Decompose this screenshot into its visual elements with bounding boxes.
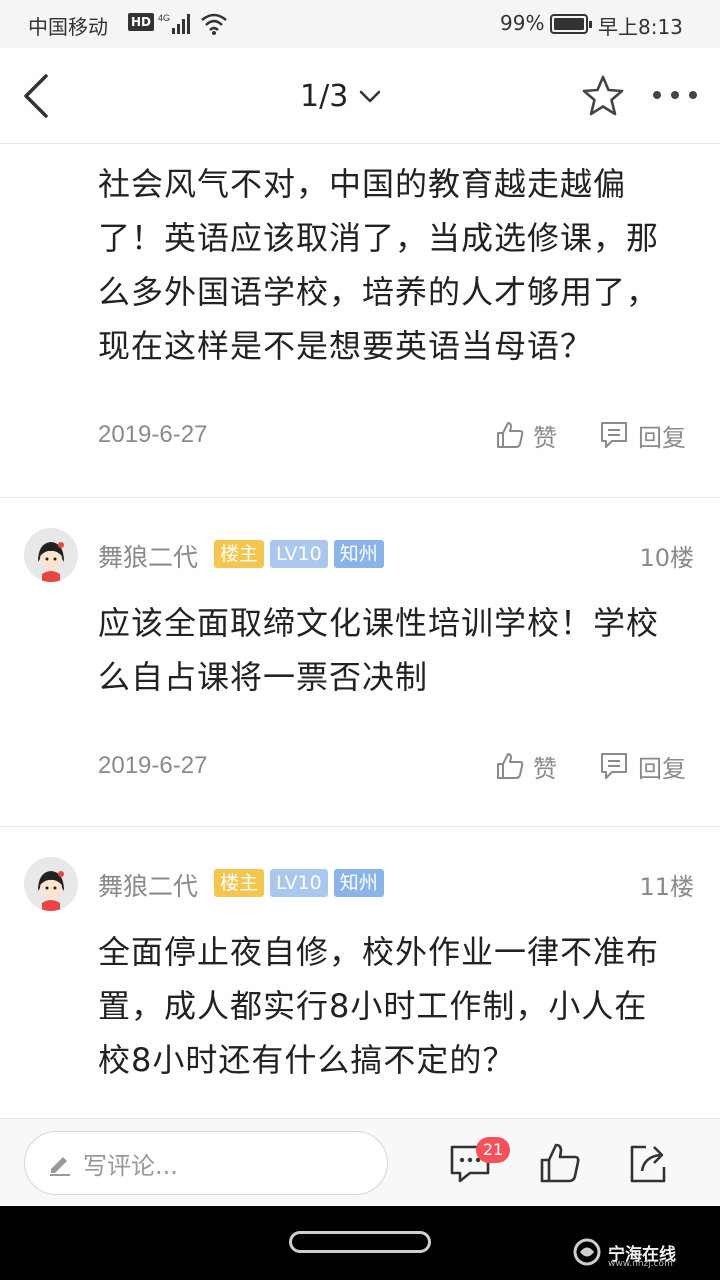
badge-level: LV10 <box>270 869 328 897</box>
thumbs-up-icon <box>497 422 524 448</box>
badge-location: 知州 <box>333 540 384 568</box>
like-label: 赞 <box>533 754 557 783</box>
list-item: 社会风气不对，中国的教育越走越偏了！英语应该取消了，当成选修课，那么多外国语学校… <box>0 145 720 497</box>
like-label: 赞 <box>533 423 557 452</box>
share-icon[interactable] <box>626 1141 670 1185</box>
avatar-girl-icon <box>24 528 78 582</box>
like-button[interactable]: 赞 <box>495 746 557 786</box>
badge-host: 楼主 <box>214 540 265 568</box>
badge-level: LV10 <box>270 540 328 568</box>
signal-icon: 4G <box>158 13 190 34</box>
page-selector[interactable]: 1/3 <box>300 74 382 118</box>
reply-bubble-icon <box>601 422 627 448</box>
comment-header: 舞狼二代 楼主 LV10 知州 11楼 <box>0 857 720 913</box>
reply-label: 回复 <box>638 754 686 783</box>
comment-list[interactable]: 社会风气不对，中国的教育越走越偏了！英语应该取消了，当成选修课，那么多外国语学校… <box>0 145 720 1118</box>
thumbs-up-icon[interactable] <box>538 1141 582 1185</box>
network-label: 4G <box>158 13 170 23</box>
bottom-action-bar: 写评论... 21 <box>0 1118 720 1206</box>
username[interactable]: 舞狼二代 <box>98 538 198 574</box>
comment-input[interactable]: 写评论... <box>24 1131 388 1195</box>
status-bar: 中国移动 HD 4G 99% 早上8:13 <box>0 0 720 48</box>
carrier-label: 中国移动 <box>28 15 108 39</box>
pencil-icon <box>50 1157 70 1176</box>
watermark-logo: 宁海在线 www.nhzj.com <box>572 1235 708 1269</box>
comment-date: 2019-6-27 <box>98 421 208 448</box>
comment-meta: 2019-6-27 赞 回复 <box>0 415 720 455</box>
floor-number: 10楼 <box>639 544 694 572</box>
badge-location: 知州 <box>333 869 384 897</box>
avatar[interactable] <box>24 857 78 911</box>
avatar-girl-icon <box>24 857 78 911</box>
badge-host: 楼主 <box>214 869 265 897</box>
home-gesture-bar[interactable] <box>289 1231 431 1253</box>
watermark-swirl-icon <box>573 1238 601 1266</box>
nav-bar: 1/3 <box>0 48 720 144</box>
reply-button[interactable]: 回复 <box>598 746 686 786</box>
comment-placeholder: 写评论... <box>83 1151 178 1180</box>
user-badges: 楼主 LV10 知州 <box>214 869 384 897</box>
hd-badge: HD <box>128 13 155 31</box>
page-indicator: 1/3 <box>300 78 349 114</box>
watermark-url: www.nhzj.com <box>608 1259 673 1269</box>
wifi-icon <box>201 13 227 35</box>
avatar[interactable] <box>24 528 78 582</box>
reply-button[interactable]: 回复 <box>598 415 686 455</box>
system-nav-bar: 宁海在线 www.nhzj.com <box>0 1206 720 1280</box>
reply-label: 回复 <box>638 423 686 452</box>
comment-header: 舞狼二代 楼主 LV10 知州 10楼 <box>0 528 720 584</box>
username[interactable]: 舞狼二代 <box>98 867 198 903</box>
floor-number: 11楼 <box>639 873 694 901</box>
user-badges: 楼主 LV10 知州 <box>214 540 384 568</box>
clock: 早上8:13 <box>598 15 683 39</box>
reply-bubble-icon <box>601 753 627 779</box>
battery-percent: 99% <box>500 11 545 35</box>
list-item: 舞狼二代 楼主 LV10 知州 10楼 应该全面取缔文化课性培训学校！学校么自占… <box>0 498 720 826</box>
comment-text: 社会风气不对，中国的教育越走越偏了！英语应该取消了，当成选修课，那么多外国语学校… <box>98 165 660 365</box>
list-item: 舞狼二代 楼主 LV10 知州 11楼 全面停止夜自修，校外作业一律不准布置，成… <box>0 827 720 1087</box>
star-icon[interactable] <box>580 74 626 118</box>
like-button[interactable]: 赞 <box>495 415 557 455</box>
chevron-left-icon[interactable] <box>18 70 58 122</box>
thumbs-up-icon <box>497 753 524 779</box>
chevron-down-icon <box>360 90 381 103</box>
comment-date: 2019-6-27 <box>98 752 208 779</box>
more-dots-icon[interactable] <box>650 84 700 106</box>
battery-icon <box>550 14 592 34</box>
comment-text: 全面停止夜自修，校外作业一律不准布置，成人都实行8小时工作制，小人在校8小时还有… <box>98 933 660 1079</box>
comment-count-badge: 21 <box>476 1137 510 1163</box>
comment-meta: 2019-6-27 赞 回复 <box>0 746 720 786</box>
comment-text: 应该全面取缔文化课性培训学校！学校么自占课将一票否决制 <box>98 604 660 696</box>
